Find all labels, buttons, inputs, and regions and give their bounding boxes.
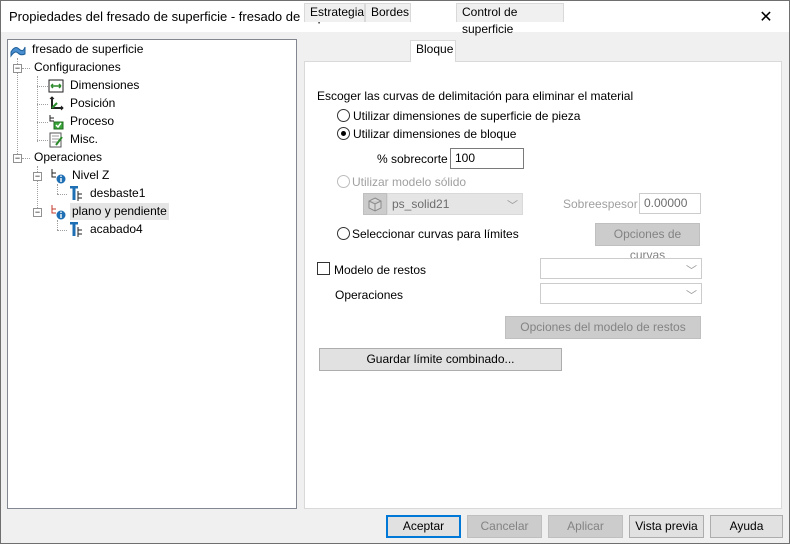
cube-icon [368, 197, 382, 212]
cancelar-button[interactable]: Cancelar [467, 515, 542, 538]
tree-connector [22, 68, 30, 69]
guardar-limite-button[interactable]: Guardar límite combinado... [319, 348, 562, 371]
chevron-down-icon: ﹀ [686, 290, 697, 302]
tree-label: desbaste1 [90, 186, 146, 200]
operation-info-icon [50, 168, 66, 184]
tree-node-posicion[interactable]: Posición [48, 95, 117, 112]
tool-icon [68, 185, 84, 202]
section-heading: Escoger las curvas de delimitación para … [317, 89, 634, 103]
sobrecorte-label: % sobrecorte [377, 152, 448, 166]
tree-label: Dimensiones [70, 78, 140, 92]
aceptar-button[interactable]: Aceptar [386, 515, 461, 538]
solid-picker-button[interactable] [363, 193, 387, 215]
tree-node-dimensiones[interactable]: Dimensiones [48, 77, 141, 94]
combo-value: ps_solid21 [392, 197, 450, 211]
tab-estrategia[interactable]: Estrategia [304, 3, 365, 22]
tree-label: Nivel Z [72, 168, 110, 182]
tree-node-root[interactable]: fresado de superficie [10, 41, 145, 58]
tree-node-desbaste[interactable]: desbaste1 [68, 185, 147, 202]
radio-label: Seleccionar curvas para límites [352, 227, 519, 241]
tree-node-misc[interactable]: Misc. [48, 131, 100, 148]
sobreespesor-input[interactable]: 0.00000 [639, 193, 701, 214]
tab-control-superficie[interactable]: Control de superficie [456, 3, 564, 36]
operation-info-icon [50, 204, 66, 220]
radio-superficie-pieza[interactable] [337, 109, 350, 122]
tree-connector [37, 104, 48, 105]
sobreespesor-label: Sobreespesor [563, 197, 638, 211]
tree-node-operaciones[interactable]: Operaciones [32, 149, 104, 166]
tree-node-nivel-z[interactable]: Nivel Z [50, 167, 111, 184]
tree-connector [37, 140, 48, 141]
vista-previa-button[interactable]: Vista previa [629, 515, 704, 538]
collapse-icon[interactable]: − [13, 154, 22, 163]
tree-connector [37, 122, 48, 123]
process-icon [48, 114, 64, 130]
modelo-restos-label: Modelo de restos [334, 263, 427, 277]
collapse-icon[interactable]: − [13, 64, 22, 73]
opciones-restos-button[interactable]: Opciones del modelo de restos [505, 316, 701, 339]
collapse-icon[interactable]: − [33, 208, 42, 217]
tree-label: plano y pendiente [70, 203, 169, 220]
tree-node-plano[interactable]: plano y pendiente [50, 203, 169, 220]
position-icon [48, 95, 64, 112]
tree-connector [57, 184, 58, 194]
radio-curvas-limites[interactable] [337, 227, 350, 240]
radio-dimensiones-bloque[interactable] [337, 127, 350, 140]
tree-connector [57, 230, 67, 231]
dimensions-icon [48, 78, 64, 94]
tree-connector [57, 194, 67, 195]
properties-dialog: Propiedades del fresado de superficie - … [0, 0, 790, 544]
tree-node-acabado[interactable]: acabado4 [68, 221, 145, 238]
operaciones-combo[interactable]: ﹀ [540, 283, 702, 304]
tree-connector [57, 220, 58, 230]
tree-node-proceso[interactable]: Proceso [48, 113, 116, 130]
chevron-down-icon: ﹀ [507, 200, 518, 212]
notes-icon [48, 132, 64, 148]
surface-icon [10, 42, 26, 58]
tree-connector [37, 86, 48, 87]
radio-label: Utilizar dimensiones de bloque [353, 127, 517, 141]
tree-connector [17, 58, 18, 158]
modelo-restos-combo[interactable]: ﹀ [540, 258, 702, 279]
radio-modelo-solido[interactable] [337, 175, 350, 188]
tree-label: Operaciones [34, 150, 103, 164]
tool-icon [68, 221, 84, 238]
radio-label: Utilizar modelo sólido [352, 175, 467, 189]
opciones-curvas-button[interactable]: Opciones de curvas [595, 223, 700, 262]
tree-label: Posición [70, 96, 116, 110]
ayuda-button[interactable]: Ayuda [710, 515, 783, 538]
tree-label: Proceso [70, 114, 115, 128]
tree-node-configuraciones[interactable]: Configuraciones [32, 59, 123, 76]
tree-connector [22, 158, 30, 159]
tree-label: Configuraciones [34, 60, 121, 74]
collapse-icon[interactable]: − [33, 172, 42, 181]
chevron-down-icon: ﹀ [686, 265, 697, 277]
radio-label: Utilizar dimensiones de superficie de pi… [353, 109, 581, 123]
tree-label: acabado4 [90, 222, 143, 236]
tree-label: Misc. [70, 132, 98, 146]
solid-model-combo[interactable]: ps_solid21 ﹀ [387, 193, 523, 215]
tree-label: fresado de superficie [32, 42, 144, 56]
close-icon[interactable]: ✕ [743, 1, 789, 32]
aplicar-button[interactable]: Aplicar [548, 515, 623, 538]
modelo-restos-checkbox[interactable] [317, 262, 330, 275]
tab-bloque[interactable]: Bloque [410, 40, 456, 62]
sobrecorte-input[interactable]: 100 [450, 148, 524, 169]
operaciones-label: Operaciones [335, 288, 404, 302]
tab-bordes[interactable]: Bordes [365, 3, 411, 22]
operation-tree[interactable]: fresado de superficie − Configuraciones … [7, 39, 297, 509]
